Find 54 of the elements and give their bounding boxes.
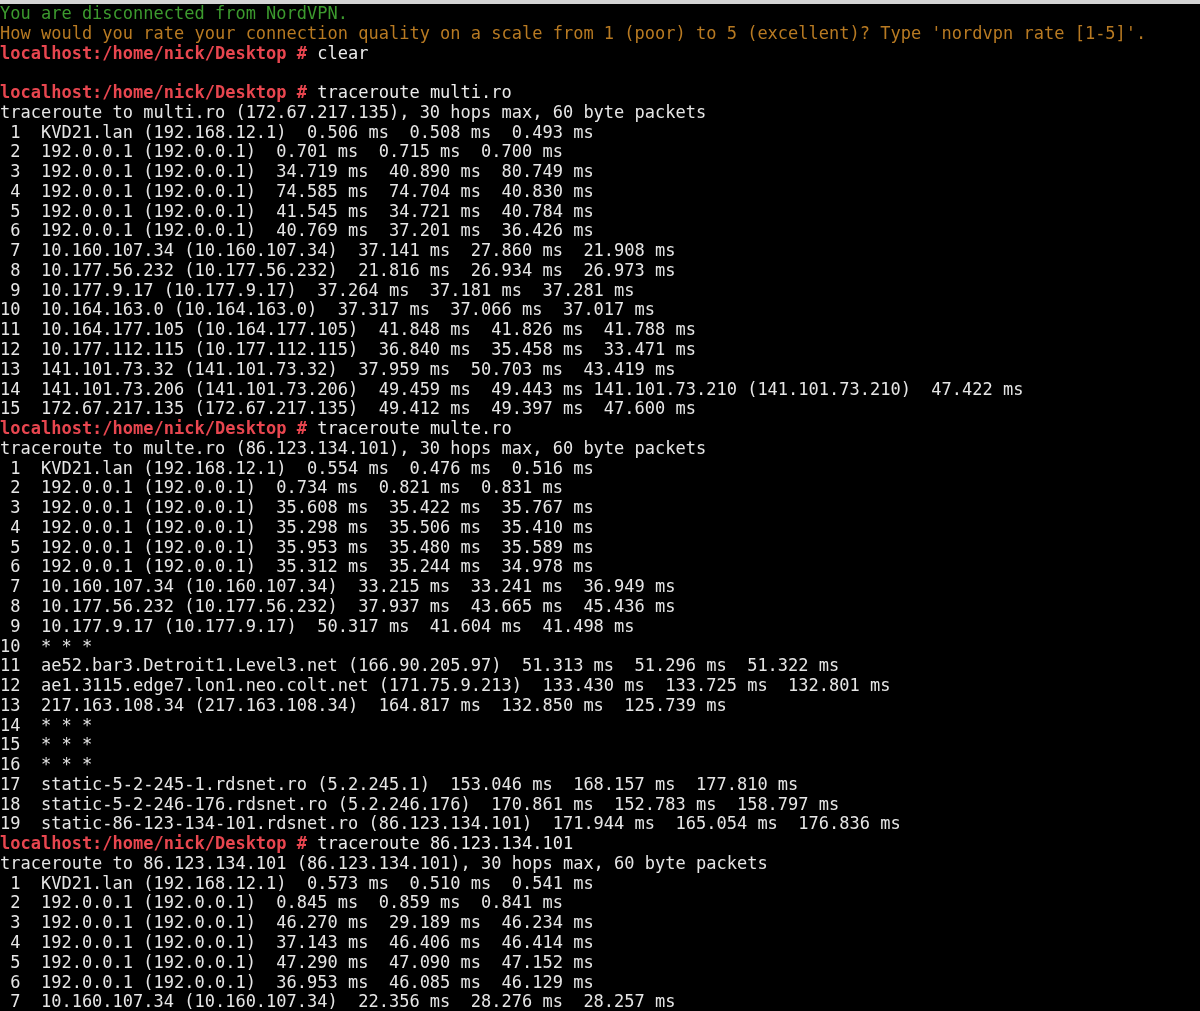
output-line: 5 192.0.0.1 (192.0.0.1) 35.953 ms 35.480 ms 35.589 ms xyxy=(9,536,594,557)
output-line: 1 KVD21.lan (192.168.12.1) 0.573 ms 0.510 ms 0.541 ms xyxy=(9,872,594,893)
output-line: 2 192.0.0.1 (192.0.0.1) 0.845 ms 0.859 ms 0.841 ms xyxy=(9,892,563,913)
output-line: 10 * * * xyxy=(0,635,93,656)
output-line: 15 172.67.217.135 (172.67.217.135) 49.412 ms 49.397 ms 47.600 ms xyxy=(0,398,696,419)
output-line: 12 ae1.3115.edge7.lon1.neo.colt.net (171.75.9.213) 133.430 ms 133.725 ms 132.801 ms xyxy=(0,675,891,696)
output-line: 3 192.0.0.1 (192.0.0.1) 35.608 ms 35.422 ms 35.767 ms xyxy=(9,497,594,518)
output-line: 12 10.177.112.115 (10.177.112.115) 36.840 ms 35.458 ms 33.471 ms xyxy=(0,339,696,359)
output-line: 9 10.177.9.17 (10.177.9.17) 37.264 ms 37.181 ms 37.281 ms xyxy=(9,279,635,300)
output-line: 16 * * * xyxy=(0,754,93,775)
output-line: 3 192.0.0.1 (192.0.0.1) 34.719 ms 40.890 ms 80.749 ms xyxy=(9,161,594,182)
output-line: 7 10.160.107.34 (10.160.107.34) 22.356 ms 28.276 ms 28.257 ms xyxy=(9,991,676,1011)
output-line: 4 192.0.0.1 (192.0.0.1) 35.298 ms 35.506 ms 35.410 ms xyxy=(9,516,594,537)
output-line: 4 192.0.0.1 (192.0.0.1) 37.143 ms 46.406 ms 46.414 ms xyxy=(9,932,594,952)
output-line: 2 192.0.0.1 (192.0.0.1) 0.734 ms 0.821 ms 0.831 ms xyxy=(9,477,563,498)
output-line: 10 10.164.163.0 (10.164.163.0) 37.317 ms 37.066 ms 37.017 ms xyxy=(0,299,656,320)
output-line: 6 192.0.0.1 (192.0.0.1) 40.769 ms 37.201 ms 36.426 ms xyxy=(9,220,594,241)
shell-prompt: localhost:/home/nick/Desktop # xyxy=(0,82,308,103)
shell-prompt: localhost:/home/nick/Desktop # xyxy=(0,418,308,439)
output-line: 14 141.101.73.206 (141.101.73.206) 49.459 ms 49.443 ms 141.101.73.210 (141.101.73.210) 47.422 ms xyxy=(0,378,1024,399)
output-line: 8 10.177.56.232 (10.177.56.232) 37.937 ms 43.665 ms 45.436 ms xyxy=(9,595,676,616)
command-text: traceroute 86.123.134.101 xyxy=(317,833,574,854)
output-line: 6 192.0.0.1 (192.0.0.1) 36.953 ms 46.085 ms 46.129 ms xyxy=(9,971,594,992)
output-line: 7 10.160.107.34 (10.160.107.34) 37.141 ms 27.860 ms 21.908 ms xyxy=(9,240,676,261)
output-line: 7 10.160.107.34 (10.160.107.34) 33.215 ms 33.241 ms 36.949 ms xyxy=(9,576,676,597)
output-line: 11 ae52.bar3.Detroit1.Level3.net (166.90.205.97) 51.313 ms 51.296 ms 51.322 ms xyxy=(0,655,840,676)
command-text: clear xyxy=(317,42,369,63)
output-line: 5 192.0.0.1 (192.0.0.1) 47.290 ms 47.090 ms 47.152 ms xyxy=(9,951,594,972)
output-line: 8 10.177.56.232 (10.177.56.232) 21.816 ms 26.934 ms 26.973 ms xyxy=(9,259,676,280)
status-message: You are disconnected from NordVPN. xyxy=(0,4,348,23)
rating-prompt-message: How would you rate your connection quality on a scale from 1 (poor) to 5 (excellent)? Type 'nordvpn rate [1-5]'. xyxy=(0,22,1147,43)
output-line: 14 * * * xyxy=(0,714,93,735)
output-line: 5 192.0.0.1 (192.0.0.1) 41.545 ms 34.721 ms 40.784 ms xyxy=(9,200,594,221)
output-line: traceroute to multi.ro (172.67.217.135), 30 hops max, 60 byte packets xyxy=(0,101,707,122)
output-line: 4 192.0.0.1 (192.0.0.1) 74.585 ms 74.704 ms 40.830 ms xyxy=(9,180,594,201)
shell-prompt: localhost:/home/nick/Desktop # xyxy=(0,42,308,63)
output-line: 15 * * * xyxy=(0,734,93,755)
output-line: 1 KVD21.lan (192.168.12.1) 0.506 ms 0.508 ms 0.493 ms xyxy=(9,121,594,142)
output-line: 9 10.177.9.17 (10.177.9.17) 50.317 ms 41.604 ms 41.498 ms xyxy=(9,615,635,636)
output-line: 17 static-5-2-245-1.rdsnet.ro (5.2.245.1) 153.046 ms 168.157 ms 177.810 ms xyxy=(0,773,799,794)
output-line: 2 192.0.0.1 (192.0.0.1) 0.701 ms 0.715 ms 0.700 ms xyxy=(9,141,563,162)
output-line: traceroute to multe.ro (86.123.134.101), 30 hops max, 60 byte packets xyxy=(0,437,707,458)
output-line: 19 static-86-123-134-101.rdsnet.ro (86.123.134.101) 171.944 ms 165.054 ms 176.836 ms xyxy=(0,813,901,834)
shell-prompt: localhost:/home/nick/Desktop # xyxy=(0,833,308,854)
command-text: traceroute multi.ro xyxy=(317,82,512,103)
output-line: 11 10.164.177.105 (10.164.177.105) 41.848 ms 41.826 ms 41.788 ms xyxy=(0,319,696,340)
command-text: traceroute multe.ro xyxy=(317,418,512,439)
output-line: 1 KVD21.lan (192.168.12.1) 0.554 ms 0.476 ms 0.516 ms xyxy=(9,457,594,478)
output-line: 13 217.163.108.34 (217.163.108.34) 164.817 ms 132.850 ms 125.739 ms xyxy=(0,694,727,715)
output-line: 3 192.0.0.1 (192.0.0.1) 46.270 ms 29.189 ms 46.234 ms xyxy=(9,912,594,933)
output-line: 13 141.101.73.32 (141.101.73.32) 37.959 ms 50.703 ms 43.419 ms xyxy=(0,358,676,379)
output-line: 18 static-5-2-246-176.rdsnet.ro (5.2.246.176) 170.861 ms 152.783 ms 158.797 ms xyxy=(0,793,840,814)
output-line: traceroute to 86.123.134.101 (86.123.134.101), 30 hops max, 60 byte packets xyxy=(0,852,768,873)
output-line: 6 192.0.0.1 (192.0.0.1) 35.312 ms 35.244 ms 34.978 ms xyxy=(9,556,594,577)
